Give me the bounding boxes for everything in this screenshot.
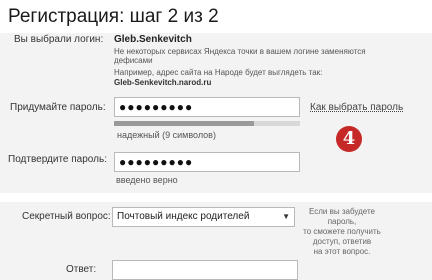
secret-question-section: Секретный вопрос: Почтовый индекс родите… [0,202,432,280]
secret-hint-line3: доступ, ответив [312,237,372,246]
secret-question-select[interactable]: Почтовый индекс родителей ▼ [112,207,295,227]
password-field[interactable] [114,97,300,117]
login-label: Вы выбрали логин: [14,34,104,45]
step-number-badge: 4 [336,126,362,152]
password-section: Вы выбрали логин: Gleb.Senkevitch Не нек… [0,33,432,193]
confirm-password-field[interactable] [114,152,300,172]
password-strength-fill [114,121,254,126]
answer-input[interactable] [113,261,297,279]
login-note-line2: дефисами [114,56,153,65]
confirm-status-text: введено верно [116,175,178,185]
page-title: Регистрация: шаг 2 из 2 [8,6,219,27]
secret-hint-line2: то сможете получить [303,227,381,236]
chevron-down-icon[interactable]: ▼ [282,208,290,226]
secret-question-label: Секретный вопрос: [22,211,111,222]
secret-hint-line1: Если вы забудете пароль, [309,207,375,226]
confirm-password-input[interactable] [115,153,299,171]
how-to-choose-password-link[interactable]: Как выбрать пароль [310,102,403,113]
answer-field[interactable] [112,260,298,280]
password-input[interactable] [115,98,299,116]
answer-label: Ответ: [66,264,97,275]
password-strength-bar [114,121,300,126]
password-strength-text: надежный (9 символов) [117,130,216,140]
secret-question-hint: Если вы забудете пароль, то сможете полу… [302,207,382,257]
secret-hint-line4: на этот вопрос. [313,247,371,256]
secret-question-selected: Почтовый индекс родителей [117,211,250,222]
login-note-line3: Например, адрес сайта на Народе будет вы… [114,68,323,77]
login-value: Gleb.Senkevitch [114,34,192,45]
confirm-password-label: Подтвердите пароль: [8,154,107,165]
login-example: Gleb-Senkevitch.narod.ru [114,78,212,87]
password-label: Придумайте пароль: [10,102,106,113]
